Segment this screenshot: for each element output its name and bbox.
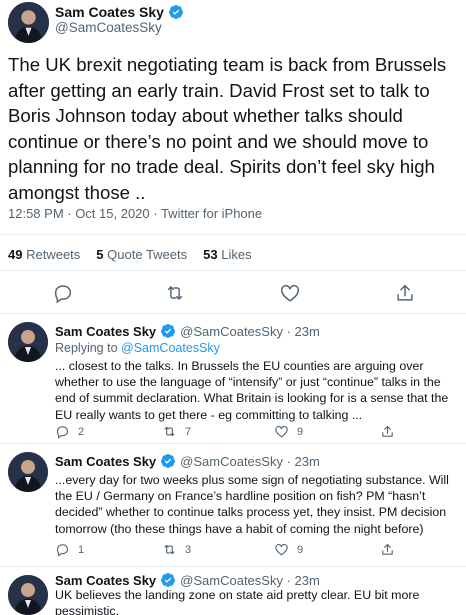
reply-header: Sam Coates Sky @SamCoatesSky · 23m bbox=[55, 323, 320, 339]
reply-icon[interactable] bbox=[52, 282, 74, 304]
share-button[interactable] bbox=[380, 424, 395, 439]
author-name-row[interactable]: Sam Coates Sky bbox=[55, 4, 184, 20]
reply-header: Sam Coates Sky @SamCoatesSky · 23m bbox=[55, 453, 320, 469]
author-handle[interactable]: @SamCoatesSky · 23m bbox=[180, 324, 320, 339]
reply-button[interactable]: 1 bbox=[55, 542, 84, 557]
reply-icon bbox=[56, 544, 69, 557]
divider bbox=[0, 270, 466, 271]
verified-badge-icon bbox=[168, 4, 184, 20]
share-icon[interactable] bbox=[394, 282, 416, 304]
reply-icon bbox=[56, 426, 69, 439]
reply-text: UK believes the landing zone on state ai… bbox=[55, 588, 420, 615]
like-count: 9 bbox=[297, 425, 304, 438]
like-count: 9 bbox=[297, 543, 304, 556]
reply-tweet[interactable]: Sam Coates Sky @SamCoatesSky · 23m ...ev… bbox=[0, 444, 466, 566]
author-handle[interactable]: @SamCoatesSky bbox=[55, 20, 162, 35]
author-handle[interactable]: @SamCoatesSky · 23m bbox=[180, 573, 320, 588]
retweet-icon bbox=[164, 544, 175, 555]
likes-stat[interactable]: 53 Likes bbox=[203, 247, 251, 262]
heart-icon bbox=[275, 543, 288, 556]
reply-button[interactable]: 2 bbox=[55, 424, 84, 439]
reply-tweet[interactable]: Sam Coates Sky @SamCoatesSky · 23m UK be… bbox=[0, 567, 466, 615]
verified-badge-icon bbox=[160, 453, 176, 469]
replying-prefix: Replying to bbox=[55, 341, 118, 355]
like-button[interactable]: 9 bbox=[274, 424, 303, 439]
reply-text: ...every day for two weeks plus some sig… bbox=[55, 473, 449, 536]
avatar[interactable] bbox=[8, 2, 49, 43]
reply-count: 1 bbox=[78, 543, 85, 556]
retweet-icon[interactable] bbox=[164, 282, 186, 304]
retweet-count: 7 bbox=[185, 425, 192, 438]
tweet-stats: 49 Retweets 5 Quote Tweets 53 Likes bbox=[8, 247, 252, 262]
like-button[interactable]: 9 bbox=[274, 542, 303, 557]
verified-badge-icon bbox=[160, 572, 176, 588]
quote-tweets-stat[interactable]: 5 Quote Tweets bbox=[96, 247, 187, 262]
reply-text: ... closest to the talks. In Brussels th… bbox=[55, 359, 449, 422]
share-icon bbox=[382, 425, 393, 437]
heart-icon bbox=[275, 425, 288, 438]
reply-actions: 1 3 9 bbox=[55, 542, 455, 560]
reply-actions: 2 7 9 bbox=[55, 424, 455, 442]
tweet-text: The UK brexit negotiating team is back f… bbox=[8, 54, 447, 203]
author-name[interactable]: Sam Coates Sky bbox=[55, 4, 164, 20]
replying-to: Replying to @SamCoatesSky bbox=[55, 341, 220, 355]
tweet-actions bbox=[0, 280, 466, 306]
author-handle[interactable]: @SamCoatesSky · 23m bbox=[180, 454, 320, 469]
retweet-icon bbox=[164, 426, 175, 437]
verified-badge-icon bbox=[160, 323, 176, 339]
retweet-count: 3 bbox=[185, 543, 192, 556]
divider bbox=[0, 234, 466, 235]
share-button[interactable] bbox=[380, 542, 395, 557]
avatar[interactable] bbox=[8, 575, 48, 615]
reply-tweet[interactable]: Sam Coates Sky @SamCoatesSky · 23m Reply… bbox=[0, 314, 466, 444]
retweet-button[interactable]: 3 bbox=[162, 542, 191, 557]
author-name[interactable]: Sam Coates Sky bbox=[55, 324, 156, 339]
retweet-button[interactable]: 7 bbox=[162, 424, 191, 439]
replying-to-link[interactable]: @SamCoatesSky bbox=[121, 341, 220, 355]
heart-icon[interactable] bbox=[279, 282, 301, 304]
author-name[interactable]: Sam Coates Sky bbox=[55, 454, 156, 469]
reply-count: 2 bbox=[78, 425, 85, 438]
tweet-timestamp[interactable]: 12:58 PM · Oct 15, 2020 · Twitter for iP… bbox=[8, 206, 262, 221]
author-name[interactable]: Sam Coates Sky bbox=[55, 573, 156, 588]
avatar[interactable] bbox=[8, 452, 48, 492]
reply-header: Sam Coates Sky @SamCoatesSky · 23m bbox=[55, 572, 320, 588]
avatar[interactable] bbox=[8, 322, 48, 362]
retweets-stat[interactable]: 49 Retweets bbox=[8, 247, 80, 262]
share-icon bbox=[382, 543, 393, 555]
